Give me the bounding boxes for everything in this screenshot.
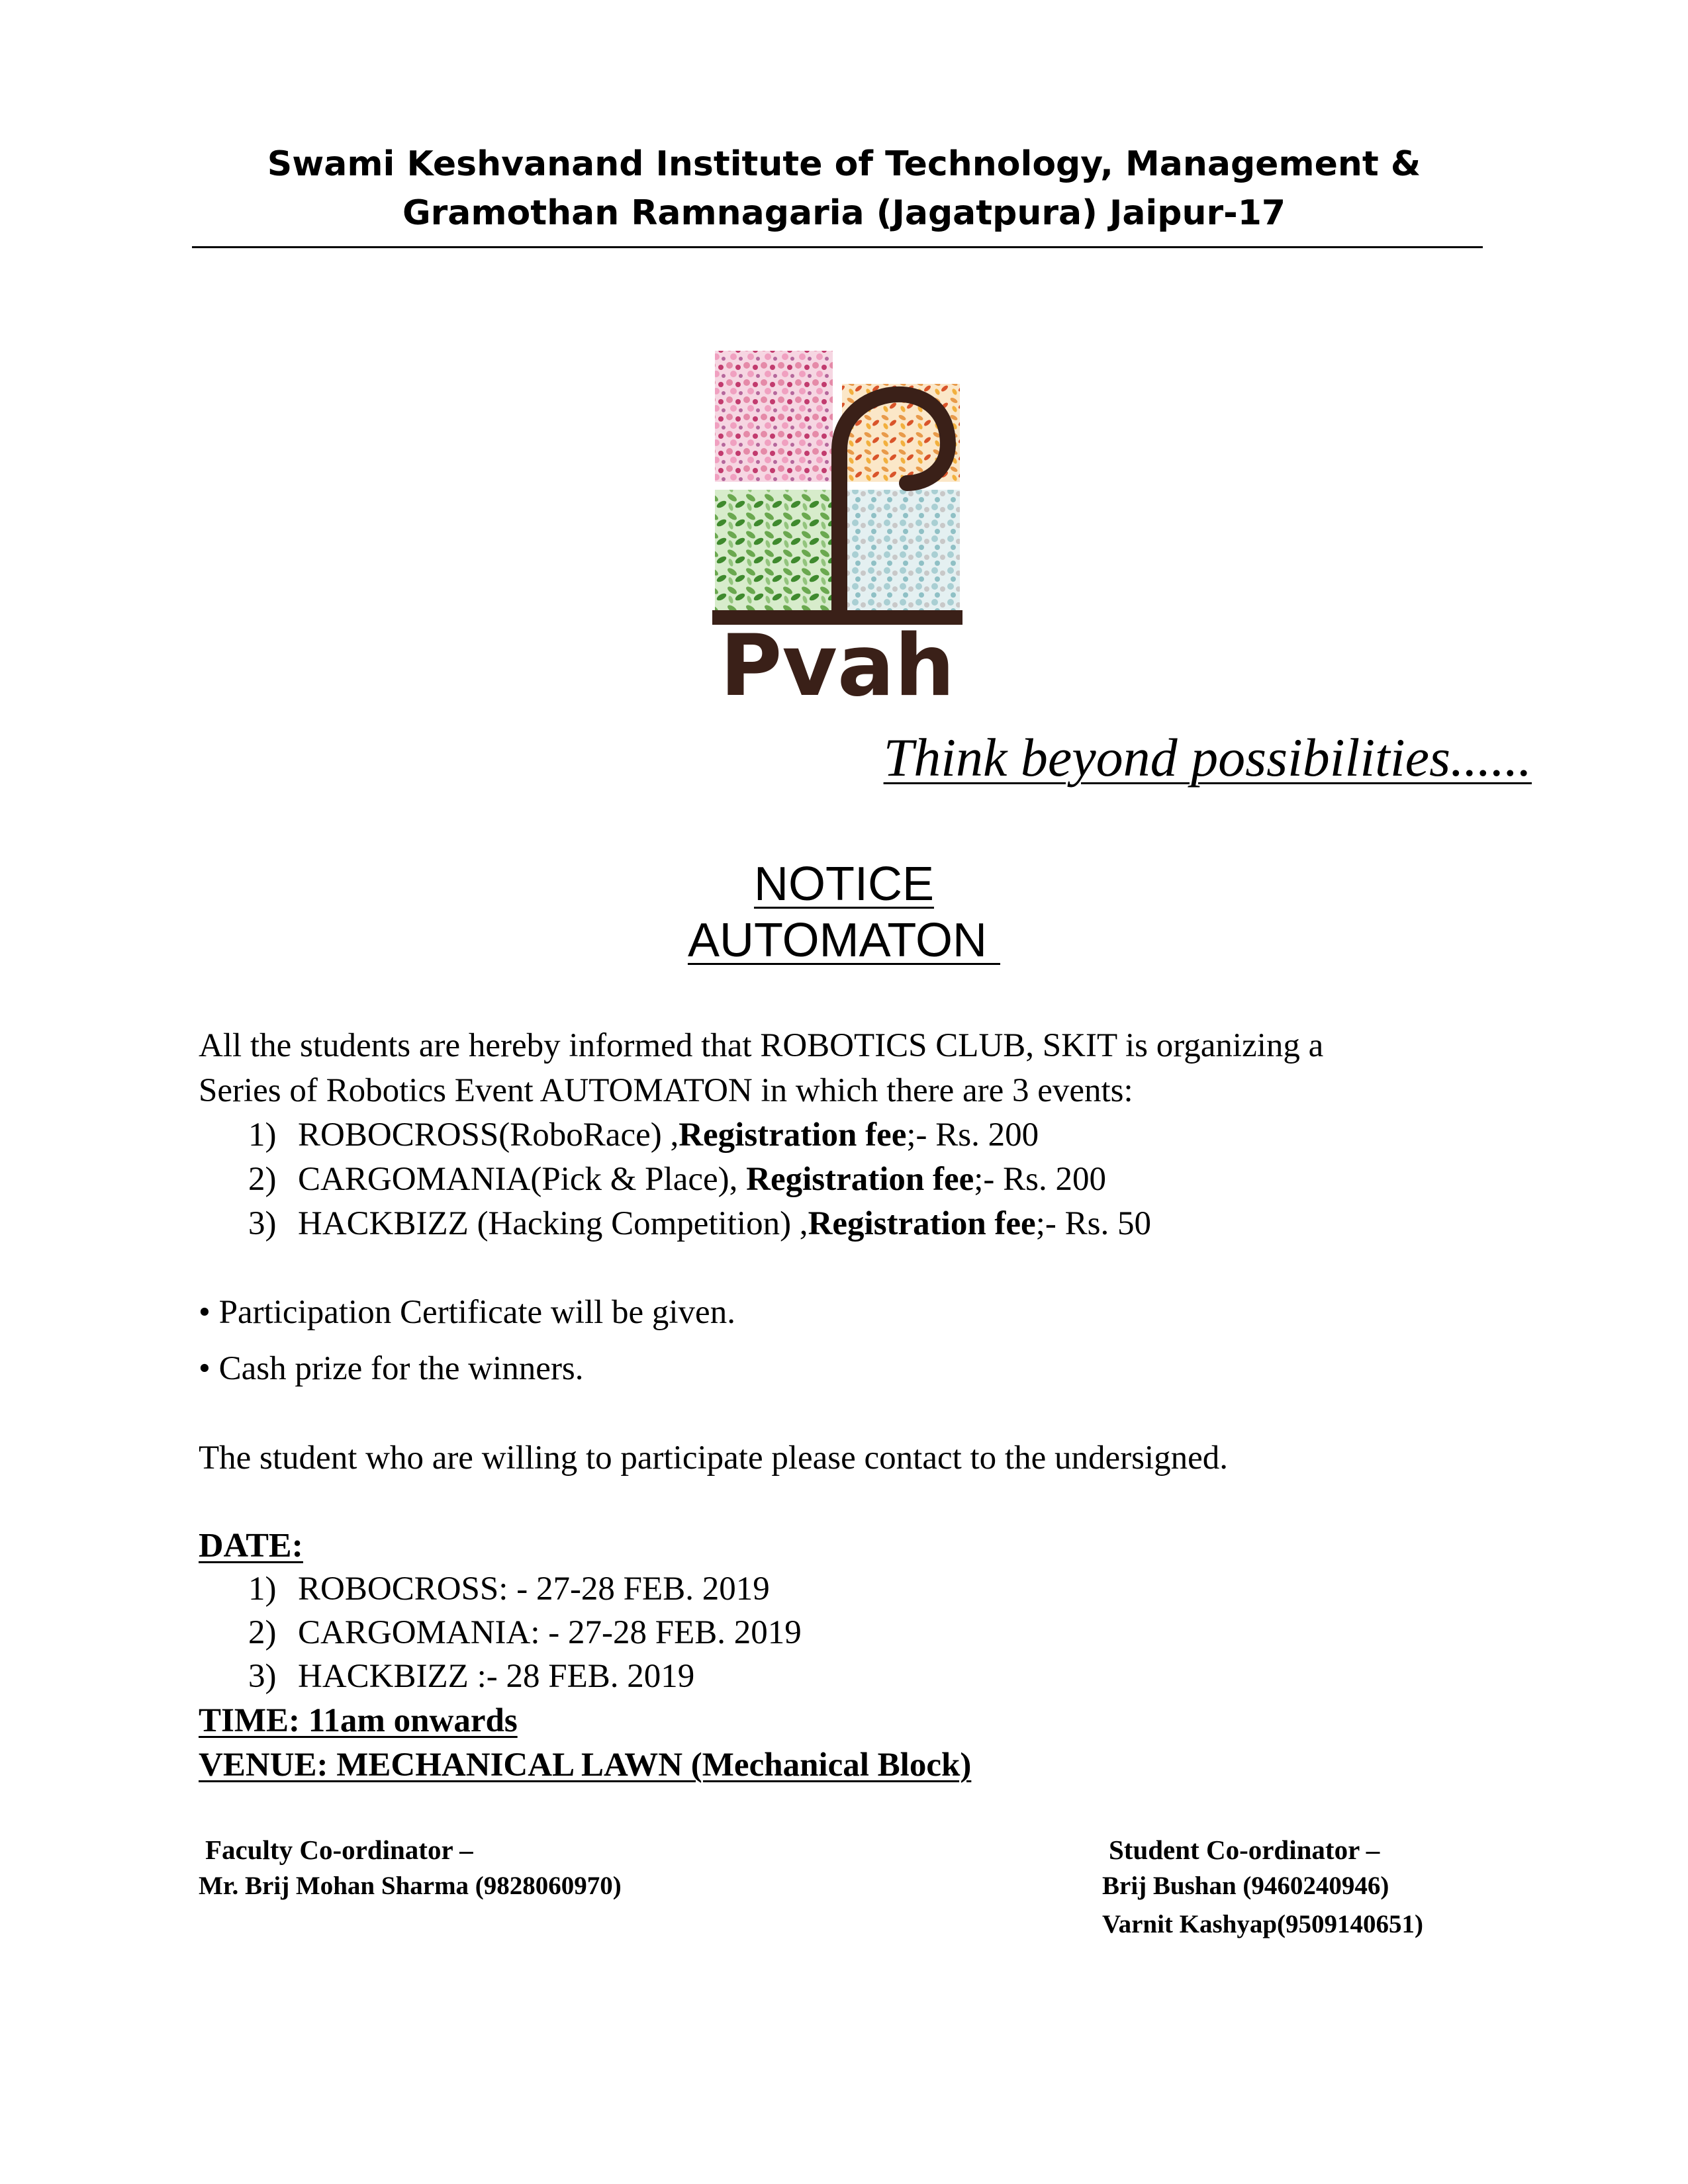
fee-amount: ;- Rs. 200	[906, 1116, 1039, 1154]
contact-instruction: The student who are willing to participa…	[199, 1439, 1229, 1477]
date-item: 3) HACKBIZZ :- 28 FEB. 2019	[248, 1660, 694, 1694]
date-item: 2) CARGOMANIA: - 27-28 FEB. 2019	[248, 1616, 802, 1650]
pravah-logo: Pvah	[708, 344, 966, 715]
tagline: Think beyond possibilities......	[883, 727, 1532, 788]
institute-name-line1: Swami Keshvanand Institute of Technology…	[267, 144, 1421, 184]
faculty-coordinator-name: Mr. Brij Mohan Sharma (9828060970)	[199, 1872, 622, 1900]
event-item: 2) CARGOMANIA(Pick & Place), Registration…	[248, 1163, 1106, 1197]
notice-subtitle: AUTOMATON	[687, 914, 1001, 967]
date-number: 3)	[248, 1658, 277, 1695]
fee-label: Registration fee	[679, 1116, 907, 1154]
date-text: ROBOCROSS: - 27-28 FEB. 2019	[298, 1570, 770, 1608]
date-heading: DATE:	[199, 1527, 303, 1565]
intro-line2: Series of Robotics Event AUTOMATON in wh…	[199, 1072, 1133, 1109]
event-number: 1)	[248, 1116, 277, 1154]
event-name: CARGOMANIA(Pick & Place),	[298, 1161, 747, 1198]
date-text: CARGOMANIA: - 27-28 FEB. 2019	[298, 1614, 802, 1651]
notice-title: NOTICE	[753, 858, 934, 911]
event-venue: VENUE: MECHANICAL LAWN (Mechanical Block…	[199, 1747, 972, 1784]
fee-amount: ;- Rs. 200	[974, 1161, 1107, 1198]
student-coordinator-title: Student Co-ordinator –	[1109, 1835, 1380, 1865]
event-name: ROBOCROSS(RoboRace) ,	[298, 1116, 679, 1154]
intro-line1: All the students are hereby informed tha…	[199, 1027, 1324, 1064]
date-number: 1)	[248, 1570, 277, 1608]
header-divider	[192, 246, 1483, 248]
student-coordinator-name: Brij Bushan (9460240946)	[1102, 1872, 1389, 1900]
date-number: 2)	[248, 1614, 277, 1651]
event-item: 3) HACKBIZZ (Hacking Competition) ,Regist…	[248, 1207, 1151, 1241]
student-coordinator-name: Varnit Kashyap(9509140651)	[1102, 1910, 1424, 1938]
institute-name-line2: Gramothan Ramnagaria (Jagatpura) Jaipur-…	[402, 193, 1286, 233]
bullet-cash-prize: • Cash prize for the winners.	[199, 1350, 584, 1387]
event-number: 3)	[248, 1205, 277, 1242]
fee-label: Registration fee	[746, 1161, 974, 1198]
fee-label: Registration fee	[808, 1205, 1036, 1242]
event-number: 2)	[248, 1161, 277, 1198]
event-time: TIME: 11am onwards	[199, 1702, 518, 1739]
date-item: 1) ROBOCROSS: - 27-28 FEB. 2019	[248, 1572, 770, 1606]
bullet-certificate: • Participation Certificate will be give…	[199, 1294, 735, 1331]
date-text: HACKBIZZ :- 28 FEB. 2019	[298, 1658, 695, 1695]
faculty-coordinator-title: Faculty Co-ordinator –	[205, 1835, 473, 1865]
event-name: HACKBIZZ (Hacking Competition) ,	[298, 1205, 808, 1242]
svg-text:Pvah: Pvah	[720, 617, 955, 702]
fee-amount: ;- Rs. 50	[1035, 1205, 1151, 1242]
event-item: 1) ROBOCROSS(RoboRace) ,Registration fee;…	[248, 1118, 1039, 1152]
